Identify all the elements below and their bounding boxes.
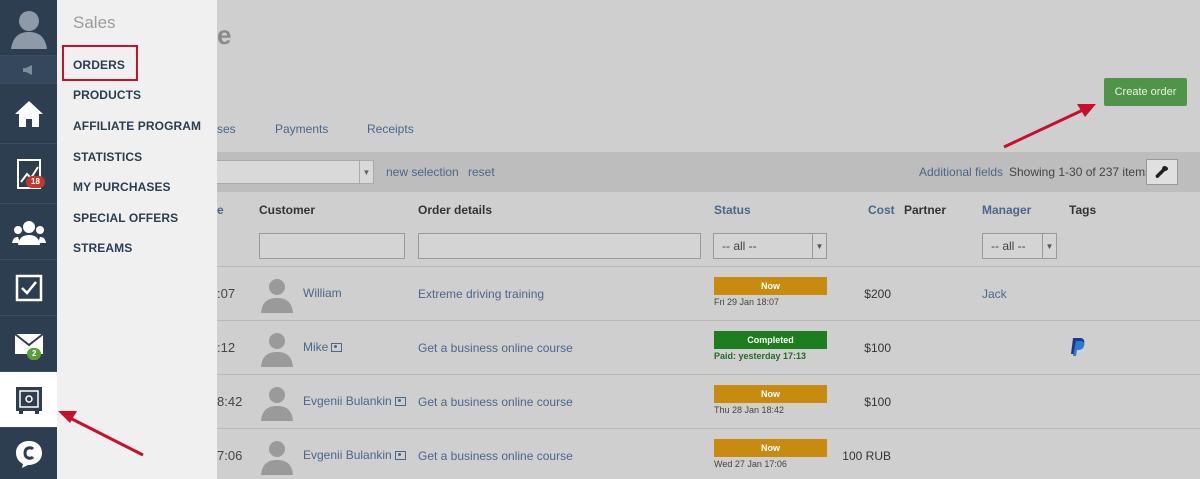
arrow-to-sales-icon bbox=[58, 411, 144, 457]
arrow-to-create-order bbox=[1003, 104, 1096, 149]
annotation-arrows bbox=[58, 104, 1096, 457]
